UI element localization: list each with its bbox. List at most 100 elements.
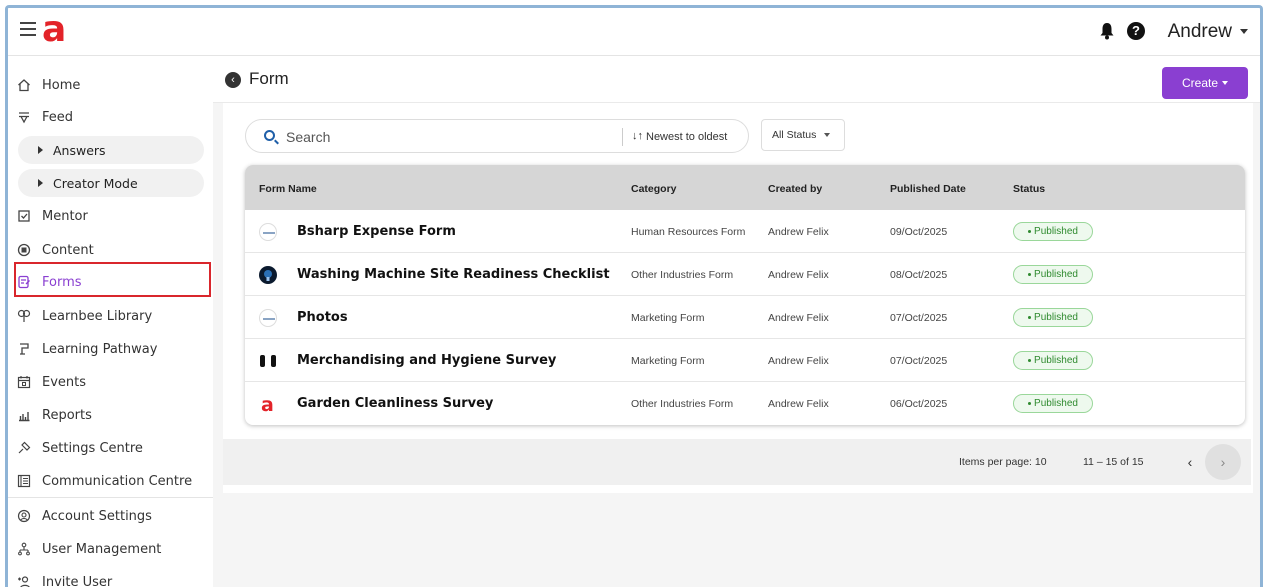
sidebar-item-label: Mentor	[42, 208, 88, 224]
library-icon	[16, 308, 32, 324]
sidebar-item-settings-centre[interactable]: Settings Centre	[16, 434, 211, 462]
hamburger-menu-icon[interactable]	[20, 22, 36, 36]
form-published-date: 07/Oct/2025	[890, 312, 948, 324]
forms-panel: Search ↓↑ Newest to oldest All Status Fo…	[223, 103, 1253, 493]
sidebar-item-communication-centre[interactable]: Communication Centre	[16, 467, 211, 495]
sidebar-item-label: Reports	[42, 407, 92, 423]
sidebar: Home Feed Answers Creator Mode Mentor Co…	[8, 57, 213, 587]
sidebar-item-account-settings[interactable]: Account Settings	[16, 502, 211, 530]
caret-right-icon	[38, 146, 43, 154]
items-per-page-select[interactable]: Items per page: 10	[959, 456, 1047, 468]
column-header-created-by[interactable]: Created by	[768, 183, 822, 195]
page-title: Form	[249, 69, 289, 88]
caret-right-icon	[38, 179, 43, 187]
help-icon[interactable]: ?	[1127, 22, 1145, 40]
form-name-link[interactable]: Bsharp Expense Form	[297, 224, 456, 239]
sidebar-item-label: Communication Centre	[42, 473, 193, 489]
form-published-date: 06/Oct/2025	[890, 398, 948, 410]
forms-table: Form Name Category Created by Published …	[245, 165, 1245, 425]
sidebar-item-home[interactable]: Home	[16, 71, 211, 99]
sidebar-item-label: Account Settings	[42, 508, 152, 524]
invite-user-icon	[16, 574, 32, 587]
search-input[interactable]: Search	[286, 129, 330, 145]
table-header: Form Name Category Created by Published …	[245, 165, 1245, 210]
sidebar-item-learnbee-library[interactable]: Learnbee Library	[16, 302, 211, 330]
sidebar-item-label: Learning Pathway	[42, 341, 158, 357]
table-row[interactable]: a Garden Cleanliness Survey Other Indust…	[245, 382, 1245, 425]
user-menu-name[interactable]: Andrew	[1168, 21, 1232, 43]
sidebar-item-reports[interactable]: Reports	[16, 401, 211, 429]
sidebar-item-label: Feed	[42, 109, 74, 125]
reports-icon	[16, 407, 32, 423]
chevron-down-icon	[1222, 81, 1229, 85]
sidebar-item-content[interactable]: Content	[16, 236, 211, 264]
sidebar-item-label: Creator Mode	[53, 175, 138, 191]
sidebar-item-feed[interactable]: Feed	[16, 103, 211, 131]
table-row[interactable]: Photos Marketing Form Andrew Felix 07/Oc…	[245, 296, 1245, 339]
form-category: Marketing Form	[631, 312, 705, 324]
status-badge: Published	[1013, 265, 1093, 284]
status-filter-dropdown[interactable]: All Status	[761, 119, 845, 151]
table-row[interactable]: Bsharp Expense Form Human Resources Form…	[245, 210, 1245, 253]
form-created-by: Andrew Felix	[768, 269, 829, 281]
table-row[interactable]: Washing Machine Site Readiness Checklist…	[245, 253, 1245, 296]
main-area: ‹ Form Create Search ↓↑ Newest to oldest…	[213, 57, 1260, 587]
sidebar-item-events[interactable]: Events	[16, 368, 211, 396]
status-badge: Published	[1013, 351, 1093, 370]
content-icon	[16, 242, 32, 258]
form-created-by: Andrew Felix	[768, 312, 829, 324]
create-button[interactable]: Create	[1162, 67, 1248, 99]
page-header: ‹ Form Create	[213, 57, 1260, 103]
status-badge: Published	[1013, 222, 1093, 241]
form-category: Marketing Form	[631, 355, 705, 367]
user-menu-caret-icon[interactable]	[1240, 29, 1248, 34]
company-logo-icon	[259, 223, 277, 241]
status-badge: Published	[1013, 394, 1093, 413]
user-management-icon	[16, 541, 32, 557]
column-header-published-date[interactable]: Published Date	[890, 183, 966, 195]
status-badge: Published	[1013, 308, 1093, 327]
form-created-by: Andrew Felix	[768, 226, 829, 238]
svg-text:a: a	[261, 395, 274, 413]
app-logo[interactable]: a	[42, 10, 66, 50]
column-header-category[interactable]: Category	[631, 183, 677, 195]
calendar-icon	[16, 374, 32, 390]
sidebar-item-label: Events	[42, 374, 87, 390]
settings-icon	[16, 440, 32, 456]
next-page-icon[interactable]: ›	[1205, 444, 1241, 480]
sidebar-item-creator-mode[interactable]: Creator Mode	[18, 169, 204, 197]
sidebar-item-user-management[interactable]: User Management	[16, 535, 211, 563]
back-icon[interactable]: ‹	[225, 72, 241, 88]
form-name-link[interactable]: Garden Cleanliness Survey	[297, 396, 493, 411]
column-header-status[interactable]: Status	[1013, 183, 1045, 195]
form-created-by: Andrew Felix	[768, 355, 829, 367]
sidebar-item-learning-pathway[interactable]: Learning Pathway	[16, 335, 211, 363]
form-category: Other Industries Form	[631, 269, 734, 281]
form-created-by: Andrew Felix	[768, 398, 829, 410]
checkbox-icon	[16, 208, 32, 224]
forms-highlight-box	[14, 262, 211, 297]
sidebar-item-label: Content	[42, 242, 94, 258]
column-header-form-name[interactable]: Form Name	[259, 183, 317, 195]
home-icon	[16, 77, 32, 93]
sidebar-item-answers[interactable]: Answers	[18, 136, 204, 164]
search-divider	[622, 128, 623, 146]
form-published-date: 09/Oct/2025	[890, 226, 948, 238]
table-row[interactable]: Merchandising and Hygiene Survey Marketi…	[245, 339, 1245, 382]
sidebar-item-mentor[interactable]: Mentor	[16, 202, 211, 230]
a-logo-icon: a	[259, 394, 277, 416]
top-bar: a ? Andrew	[8, 8, 1260, 56]
bell-icon[interactable]	[1099, 22, 1115, 40]
search-icon	[264, 130, 275, 141]
form-published-date: 07/Oct/2025	[890, 355, 948, 367]
sidebar-item-invite-user[interactable]: Invite User	[16, 568, 211, 587]
account-settings-icon	[16, 508, 32, 524]
form-name-link[interactable]: Merchandising and Hygiene Survey	[297, 353, 556, 368]
previous-page-icon[interactable]: ‹	[1178, 450, 1202, 474]
sort-icon[interactable]: ↓↑	[632, 130, 643, 142]
sort-dropdown[interactable]: Newest to oldest	[646, 131, 727, 143]
form-name-link[interactable]: Washing Machine Site Readiness Checklist	[297, 267, 610, 282]
form-name-link[interactable]: Photos	[297, 310, 348, 325]
sidebar-item-label: Learnbee Library	[42, 308, 153, 324]
search-bar[interactable]: Search ↓↑ Newest to oldest	[245, 119, 749, 153]
